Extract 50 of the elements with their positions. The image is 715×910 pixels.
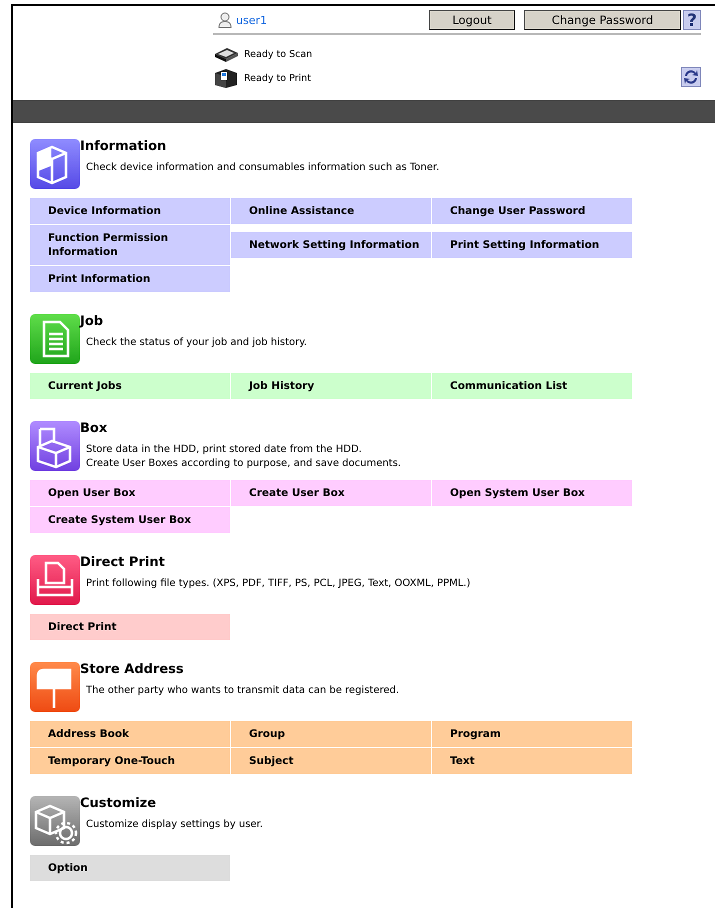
section-title: Information [80,139,168,155]
scanner-icon [213,45,239,63]
printer-icon [213,67,239,89]
section-description: The other party who wants to transmit data can be registered. [86,684,400,698]
status-text: Ready to Print [244,72,311,84]
refresh-icon[interactable] [681,67,701,87]
menu-link[interactable]: Network Setting Information [231,232,431,258]
section-description: Store data in the HDD, print stored date from the HDD. Create User Boxes according to purpose, and save documents. [86,443,401,471]
document-icon [30,314,80,364]
mailbox-icon [30,662,80,712]
menu-link[interactable]: Option [30,855,230,881]
section-title: Direct Print [80,555,166,571]
help-button[interactable]: ? [683,10,701,30]
section-title: Store Address [80,662,185,678]
menu-link[interactable]: Change User Password [432,198,632,224]
print-tray-icon [30,555,80,605]
menu-link[interactable]: Group [231,721,431,747]
menu-link[interactable]: Open System User Box [432,480,632,506]
menu-link[interactable]: Job History [231,373,431,399]
section-title: Job [80,314,104,330]
status-text: Ready to Scan [244,48,312,60]
menu-link[interactable]: Open User Box [30,480,230,506]
section-description: Check the status of your job and job history. [86,336,307,350]
user-link[interactable]: user1 [236,14,267,26]
menu-link[interactable]: Address Book [30,721,230,747]
menu-link[interactable]: Online Assistance [231,198,431,224]
menu-link[interactable]: Program [432,721,632,747]
section-description: Customize display settings by user. [86,818,263,832]
user-icon [218,12,232,28]
menu-link[interactable]: Create System User Box [30,507,230,533]
menu-link[interactable]: Communication List [432,373,632,399]
section-title: Customize [80,796,158,812]
menu-link[interactable]: Function Permission Information [30,225,230,265]
header-button[interactable]: Logout [429,10,515,30]
menu-link[interactable]: Text [432,748,632,774]
section-description: Print following file types. (XPS, PDF, TIFF, PS, PCL, JPEG, Text, OOXML, PPML.) [86,577,470,591]
section-description: Check device information and consumables information such as Toner. [86,161,440,175]
box-gear-icon [30,796,80,846]
box-icon [30,421,80,471]
menu-link[interactable]: Temporary One-Touch [30,748,230,774]
menu-link[interactable]: Create User Box [231,480,431,506]
header-button[interactable]: Change Password [524,10,681,30]
menu-link[interactable]: Print Information [30,266,230,292]
menu-link[interactable]: Current Jobs [30,373,230,399]
menu-link[interactable]: Print Setting Information [432,232,632,258]
menu-link[interactable]: Subject [231,748,431,774]
menu-link[interactable]: Direct Print [30,614,230,640]
section-title: Box [80,421,108,437]
info-box-icon [30,139,80,189]
menu-link[interactable]: Device Information [30,198,230,224]
